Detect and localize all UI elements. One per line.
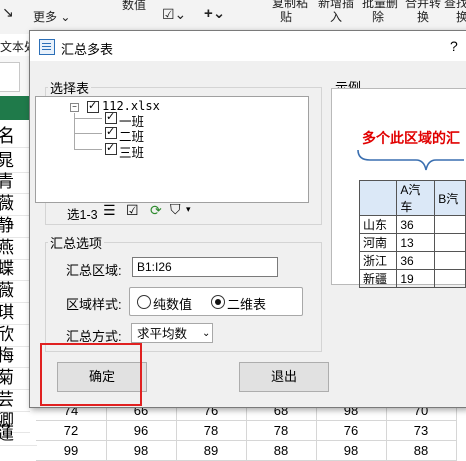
grid-cell[interactable]: 88 — [246, 441, 317, 461]
more-icon[interactable]: ↘ — [2, 4, 14, 21]
grid-cell[interactable]: 78 — [176, 421, 247, 441]
left-column: 名 晁 青 薇 静 燕 蝶 薇 琪 欣 梅 菊 芸 卿 蓮 — [0, 120, 37, 446]
table-cell — [434, 215, 466, 234]
exit-button[interactable]: 退出 — [239, 362, 329, 392]
range-input[interactable]: B1:I26 — [132, 257, 278, 277]
grid-cell[interactable]: 96 — [106, 421, 177, 441]
batch-delete-button[interactable]: 批量删除 — [362, 0, 398, 24]
list-icon[interactable]: ☰ — [103, 202, 116, 219]
copy-paste-button[interactable]: 复制粘贴 — [272, 0, 308, 24]
insert-rows-button[interactable]: 新增插入 — [318, 0, 354, 24]
table-cell: 19 — [396, 269, 436, 288]
grid-cell[interactable]: 73 — [386, 421, 457, 441]
table-cell: 浙江 — [358, 251, 398, 270]
select-table-legend: 选择表 — [50, 81, 90, 96]
name-box[interactable] — [0, 62, 20, 92]
summary-options-legend: 汇总选项 — [50, 236, 103, 251]
table-cell: 河南 — [358, 233, 398, 252]
grid-cell[interactable]: 72 — [36, 421, 107, 441]
add-icon[interactable]: +⌄ — [204, 4, 225, 22]
grid-cell[interactable]: 76 — [316, 421, 387, 441]
grid-cell[interactable]: 98 — [316, 441, 387, 461]
grid-cell[interactable]: 98 — [106, 441, 177, 461]
highlight-frame — [40, 343, 142, 406]
grid-cell[interactable]: 99 — [36, 441, 107, 461]
filter-icon[interactable]: ⛉ — [170, 201, 181, 218]
chevron-down-icon[interactable]: ▾ — [186, 204, 191, 215]
format-icon[interactable]: ☑⌄ — [162, 6, 186, 23]
style-option-2d[interactable]: 二维表 — [227, 294, 266, 313]
method-value: 求平均数 — [137, 327, 188, 341]
sheet-tree[interactable]: − 112.xlsx 一班 二班 三班 — [35, 96, 309, 203]
file-checkbox[interactable] — [87, 99, 99, 113]
selection-range-label: 选1-3 — [67, 208, 98, 222]
help-button[interactable]: ? — [450, 38, 458, 54]
table-header-cell — [358, 180, 398, 216]
chevron-down-icon: ⌄ — [202, 328, 211, 339]
sheet-node[interactable]: 三班 — [119, 142, 144, 161]
dialog-titlebar[interactable]: 汇总多表 ? — [30, 31, 466, 61]
find-replace-button[interactable]: 查找替换 — [444, 0, 466, 24]
method-select[interactable]: 求平均数 ⌄ — [131, 323, 213, 343]
table-cell: 36 — [396, 215, 436, 234]
more-menu[interactable]: 更多 ⌄ — [33, 8, 70, 25]
table-cell: 13 — [396, 233, 436, 252]
table-cell — [434, 269, 466, 288]
table-cell: 山东 — [358, 215, 398, 234]
brace-icon — [357, 149, 464, 171]
dialog-title: 汇总多表 — [61, 42, 114, 57]
numeric-menu[interactable]: 数值 — [122, 0, 146, 13]
check-all-icon[interactable]: ☑ — [126, 202, 139, 219]
table-icon — [39, 39, 55, 55]
chevron-down-icon: ⌄ — [60, 10, 71, 24]
refresh-icon[interactable]: ⟳ — [150, 202, 162, 219]
more-label: 更多 — [33, 10, 58, 24]
style-radio-plain[interactable] — [137, 295, 151, 309]
grid-cell[interactable]: 89 — [176, 441, 247, 461]
table-header-cell: B汽 — [434, 180, 466, 216]
merge-convert-button[interactable]: 合并转换 — [405, 0, 441, 24]
collapse-icon[interactable]: − — [70, 103, 79, 112]
sheet-checkbox[interactable] — [105, 141, 117, 155]
style-label: 区域样式: — [66, 297, 122, 312]
grid-cell[interactable]: 78 — [246, 421, 317, 441]
grid-cell[interactable]: 88 — [386, 441, 457, 461]
table-cell: 新疆 — [358, 269, 398, 288]
table-cell: 36 — [396, 251, 436, 270]
table-header-cell: A汽车 — [396, 180, 436, 216]
range-label: 汇总区域: — [66, 263, 122, 278]
sheet-checkbox[interactable] — [105, 110, 117, 124]
style-radio-2d[interactable] — [211, 295, 225, 309]
preview-table: A汽车 B汽 山东 36 河南 13 浙江 36 新疆 19 — [358, 180, 466, 288]
style-option-plain[interactable]: 纯数值 — [153, 294, 192, 313]
table-cell — [434, 233, 466, 252]
table-cell — [434, 251, 466, 270]
preview-banner: 多个此区域的汇 — [362, 130, 460, 146]
sheet-checkbox[interactable] — [105, 125, 117, 139]
